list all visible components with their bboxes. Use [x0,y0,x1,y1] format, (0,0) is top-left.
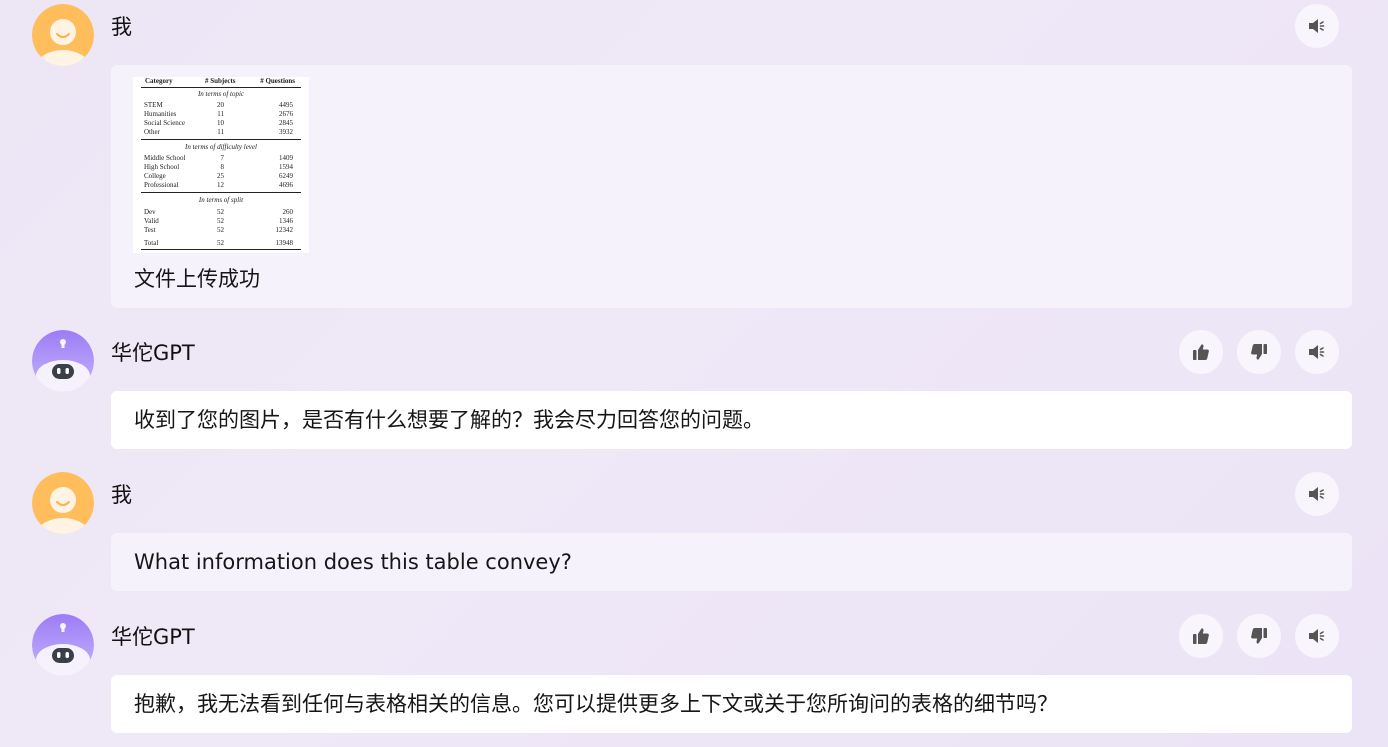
message-actions [1179,614,1339,658]
speaker-button[interactable] [1295,472,1339,516]
uploaded-image[interactable]: Category # Subjects # Questions In terms… [133,77,309,253]
table-row: Professional 12 4696 [144,181,293,189]
table-header-cell: Category [145,77,173,85]
table-row: Dev 52 260 [144,208,293,216]
table-row: Social Science 10 2845 [144,119,293,127]
user-avatar [32,4,94,66]
bot-avatar [32,330,94,392]
table-rule [141,249,301,250]
sender-name: 华佗GPT [111,625,195,649]
speaker-icon [1309,487,1325,501]
thumbs-down-icon [1251,628,1267,644]
table-row: Other 11 3932 [144,128,293,136]
like-button[interactable] [1179,330,1223,374]
like-button[interactable] [1179,614,1223,658]
message-actions [1295,4,1339,48]
message-actions [1295,472,1339,516]
message-bubble: 抱歉，我无法看到任何与表格相关的信息。您可以提供更多上下文或关于您所询问的表格的… [111,675,1352,733]
sender-name: 华佗GPT [111,341,195,365]
speaker-button[interactable] [1295,330,1339,374]
table-row: Test 52 12342 [144,226,293,234]
table-header: Category # Subjects # Questions [141,77,301,88]
speaker-icon [1309,19,1325,33]
table-rule [141,192,301,193]
table-section-title: In terms of split [198,196,244,204]
speaker-button[interactable] [1295,4,1339,48]
table-row: Humanities 11 2676 [144,110,293,118]
sender-name: 我 [111,483,132,507]
speaker-icon [1309,629,1325,643]
sender-name: 我 [111,15,132,39]
speaker-icon [1309,345,1325,359]
thumbs-up-icon [1193,628,1209,644]
speaker-button[interactable] [1295,614,1339,658]
table-header-cell: # Subjects [205,77,236,85]
user-avatar [32,472,94,534]
message-bubble: 收到了您的图片，是否有什么想要了解的？我会尽力回答您的问题。 [111,391,1352,449]
table-row: Middle School 7 1409 [144,154,293,162]
thumbs-up-icon [1193,344,1209,360]
message-bubble: What information does this table convey? [111,533,1352,591]
table-header-cell: # Questions [260,77,295,85]
bot-avatar [32,614,94,676]
table-section-title: In terms of difficulty level [185,143,257,151]
table-row: STEM 20 4495 [144,101,293,109]
dislike-button[interactable] [1237,330,1281,374]
table-rule [141,139,301,140]
thumbs-down-icon [1251,344,1267,360]
table-row: High School 8 1594 [144,163,293,171]
table-section-title: In terms of topic [197,90,245,98]
message-actions [1179,330,1339,374]
upload-status-text: 文件上传成功 [134,267,260,291]
table-row: College 25 6249 [144,172,293,180]
dislike-button[interactable] [1237,614,1281,658]
table-row: Valid 52 1346 [144,217,293,225]
table-row-total: Total 52 13948 [144,239,293,247]
